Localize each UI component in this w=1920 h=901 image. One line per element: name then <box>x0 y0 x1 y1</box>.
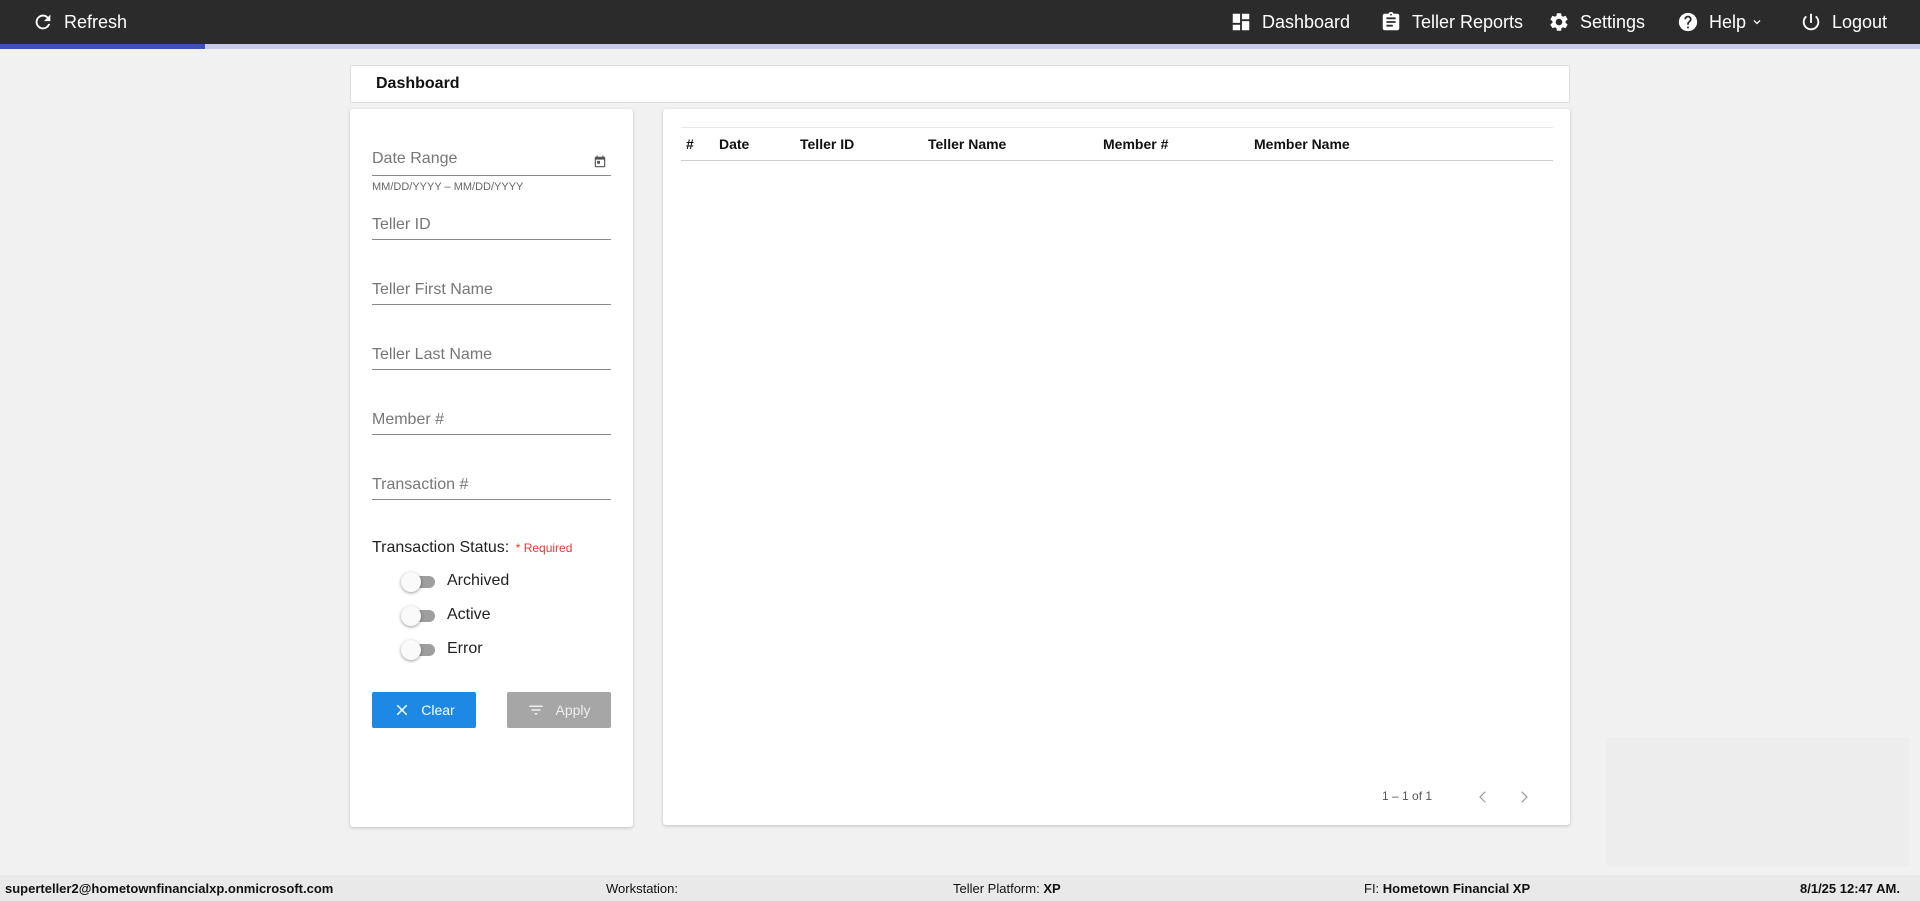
date-range-underline <box>372 175 611 176</box>
teller-id-underline <box>372 239 611 240</box>
loading-progress-bar <box>0 44 1920 49</box>
logout-button[interactable]: Logout <box>1800 0 1887 44</box>
loading-progress-fill <box>0 44 206 49</box>
teller-id-label: Teller ID <box>372 216 431 233</box>
teller-last-name-label: Teller Last Name <box>372 346 493 363</box>
teller-first-name-field[interactable]: Teller First Name <box>372 280 611 305</box>
refresh-label: Refresh <box>64 11 128 32</box>
teller-first-name-underline <box>372 304 611 305</box>
table-header-row: # Date Teller ID Teller Name Member # Me… <box>681 127 1553 161</box>
footer-fi: FI: Hometown Financial XP <box>1364 881 1530 896</box>
clear-label: Clear <box>421 702 455 718</box>
member-number-field[interactable]: Member # <box>372 410 611 435</box>
refresh-button[interactable]: Refresh <box>32 0 127 44</box>
transaction-number-underline <box>372 499 611 500</box>
nav-help-label: Help <box>1709 11 1747 32</box>
nav-settings-label: Settings <box>1580 11 1646 32</box>
nav-dashboard[interactable]: Dashboard <box>1230 0 1350 44</box>
teller-id-field[interactable]: Teller ID <box>372 215 611 240</box>
next-page-button[interactable] <box>1515 788 1533 806</box>
chevron-left-icon <box>1479 791 1486 803</box>
column-header-date[interactable]: Date <box>719 136 749 152</box>
help-icon <box>1678 12 1698 32</box>
apply-button[interactable]: Apply <box>507 692 611 728</box>
toggle-error[interactable]: Error <box>401 637 483 661</box>
chevron-down-icon <box>1753 20 1761 25</box>
date-range-label: Date Range <box>372 150 458 167</box>
calendar-icon[interactable] <box>593 155 607 169</box>
fi-value: Hometown Financial XP <box>1382 881 1531 896</box>
required-indicator: * Required <box>515 541 573 555</box>
active-switch[interactable] <box>401 605 437 626</box>
previous-page-button[interactable] <box>1474 788 1492 806</box>
teller-first-name-label: Teller First Name <box>372 281 493 298</box>
results-table-card: # Date Teller ID Teller Name Member # Me… <box>663 109 1570 825</box>
gear-icon <box>1550 13 1568 31</box>
transaction-status-heading: Transaction Status: * Required <box>372 539 572 557</box>
page-title-card: Dashboard <box>350 65 1570 103</box>
apply-label: Apply <box>555 702 591 718</box>
filter-icon <box>529 705 544 715</box>
transaction-status-label: Transaction Status: <box>372 539 510 556</box>
error-label: Error <box>447 640 483 657</box>
nav-help-menu[interactable]: Help <box>1677 0 1764 44</box>
column-header-teller-id[interactable]: Teller ID <box>800 136 854 152</box>
footer-workstation: Workstation: <box>606 881 678 896</box>
power-icon <box>1802 13 1820 31</box>
page-title: Dashboard <box>376 75 460 92</box>
footer-datetime: 8/1/25 12:47 AM. <box>1800 881 1900 896</box>
nav-teller-reports-label: Teller Reports <box>1412 11 1524 32</box>
refresh-icon <box>35 14 51 30</box>
column-header-teller-name[interactable]: Teller Name <box>928 136 1006 152</box>
error-switch[interactable] <box>401 639 437 660</box>
fi-label: FI: <box>1364 881 1380 896</box>
date-range-hint: MM/DD/YYYY – MM/DD/YYYY <box>372 181 524 193</box>
toggle-active[interactable]: Active <box>401 603 491 627</box>
clear-button[interactable]: Clear <box>372 692 476 728</box>
nav-settings[interactable]: Settings <box>1548 0 1645 44</box>
platform-value: XP <box>1043 881 1061 896</box>
date-range-field[interactable]: Date Range <box>372 149 611 176</box>
column-header-index[interactable]: # <box>686 136 694 152</box>
nav-teller-reports[interactable]: Teller Reports <box>1380 0 1523 44</box>
nav-dashboard-label: Dashboard <box>1262 11 1351 32</box>
archived-switch[interactable] <box>401 571 437 592</box>
filter-panel: Date Range MM/DD/YYYY – MM/DD/YYYY Telle… <box>350 109 633 827</box>
faded-notification <box>1606 737 1909 867</box>
transaction-number-label: Transaction # <box>372 476 469 493</box>
platform-label: Teller Platform: <box>953 881 1040 896</box>
dashboard-icon <box>1232 13 1250 31</box>
clipboard-icon <box>1382 11 1400 31</box>
pagination-range: 1 – 1 of 1 <box>1382 789 1433 803</box>
column-header-member-number[interactable]: Member # <box>1103 136 1168 152</box>
archived-label: Archived <box>447 572 510 589</box>
active-label: Active <box>447 606 491 623</box>
chevron-right-icon <box>1521 791 1528 803</box>
footer-platform: Teller Platform: XP <box>953 881 1061 896</box>
toggle-archived[interactable]: Archived <box>401 569 509 593</box>
close-icon <box>397 704 408 716</box>
workstation-label: Workstation: <box>606 881 679 896</box>
teller-last-name-field[interactable]: Teller Last Name <box>372 345 611 370</box>
status-footer: superteller2@hometownfinancialxp.onmicro… <box>0 875 1920 901</box>
member-number-underline <box>372 434 611 435</box>
top-nav-bar: Refresh Dashboard Teller Reports Setting… <box>0 0 1920 44</box>
member-number-label: Member # <box>372 411 445 428</box>
column-header-member-name[interactable]: Member Name <box>1254 136 1350 152</box>
logout-label: Logout <box>1832 11 1888 32</box>
transaction-number-field[interactable]: Transaction # <box>372 475 611 500</box>
footer-user: superteller2@hometownfinancialxp.onmicro… <box>5 881 334 896</box>
teller-last-name-underline <box>372 369 611 370</box>
